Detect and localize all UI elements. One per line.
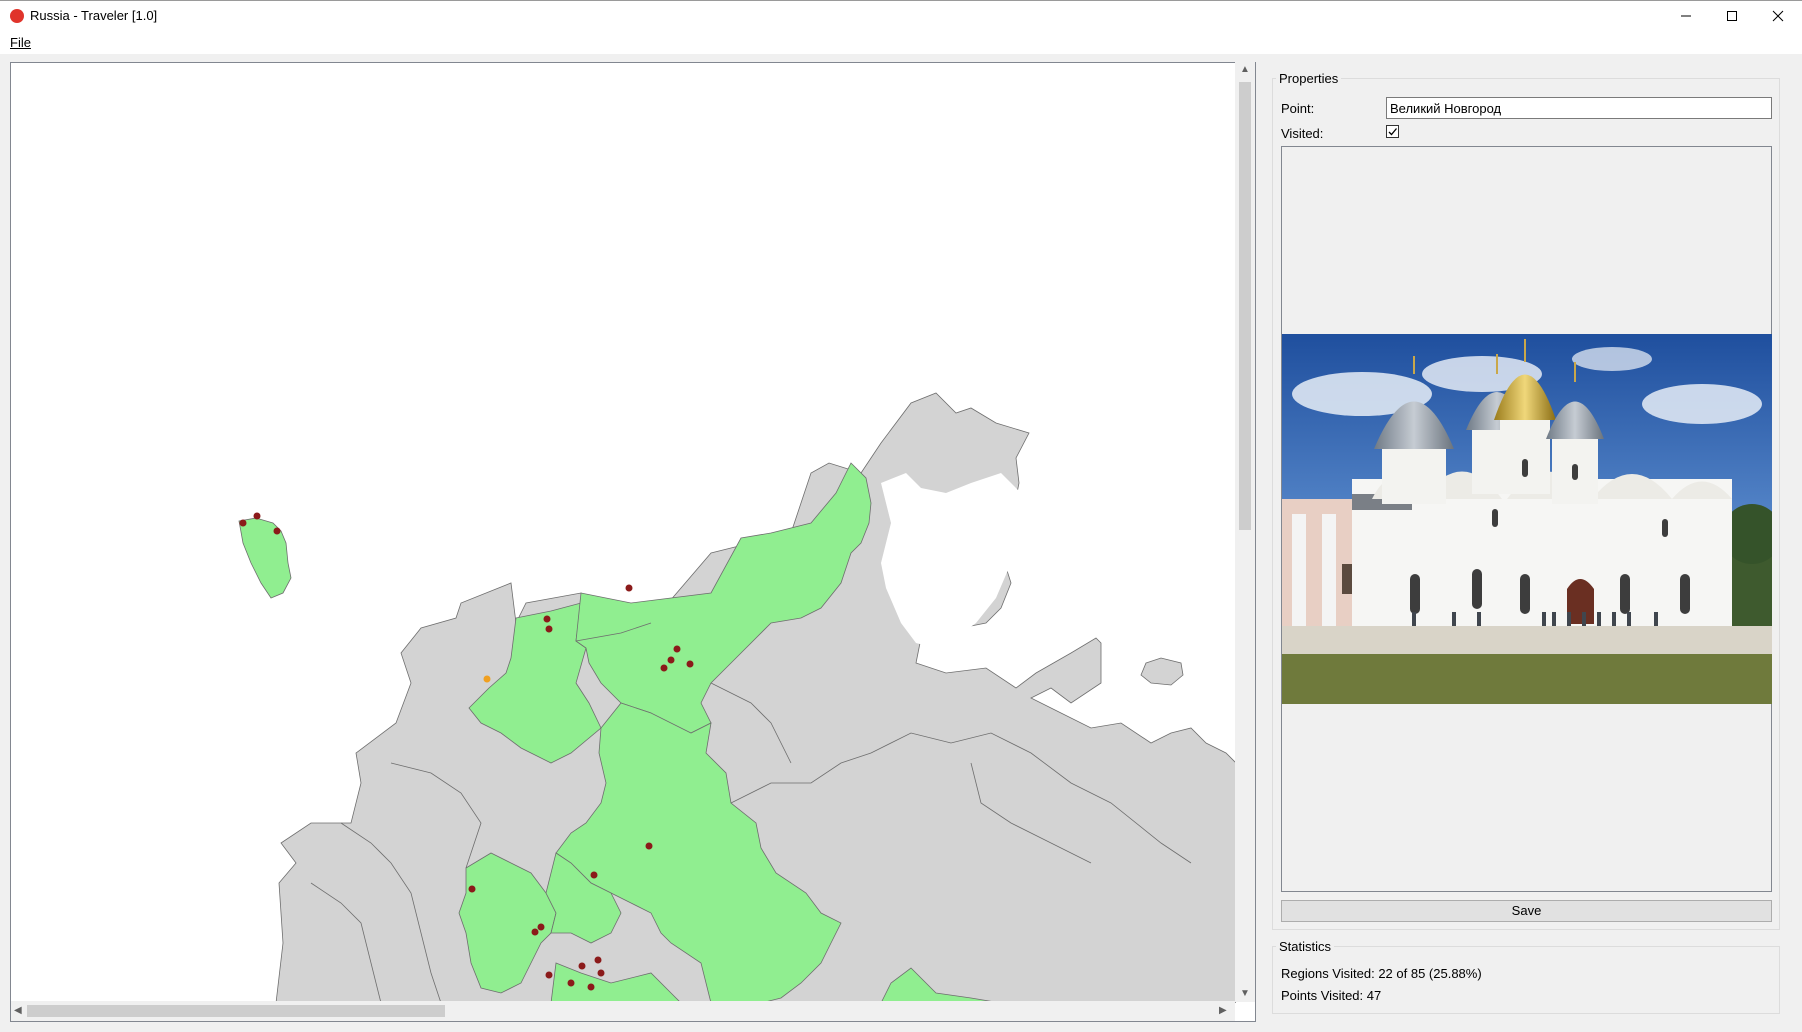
point-input[interactable] <box>1386 97 1772 119</box>
menu-bar: File <box>0 31 1802 54</box>
regions-visited-text: Regions Visited: 22 of 85 (25.88%) <box>1281 966 1482 981</box>
map-vertical-scrollbar[interactable]: ▲ ▼ <box>1235 62 1255 1002</box>
map-view[interactable] <box>10 62 1256 1022</box>
points-visited-text: Points Visited: 47 <box>1281 988 1382 1003</box>
point-label: Point: <box>1281 101 1315 116</box>
menu-file[interactable]: File <box>9 34 32 51</box>
vertical-scroll-thumb[interactable] <box>1239 82 1251 530</box>
visited-label: Visited: <box>1281 126 1324 141</box>
scroll-left-icon[interactable]: ◀ <box>14 1005 22 1016</box>
map-horizontal-scrollbar[interactable]: ◀ ▶ <box>11 1001 1235 1021</box>
maximize-button[interactable] <box>1709 1 1755 31</box>
minimize-icon <box>1681 15 1691 17</box>
checkmark-icon <box>1388 128 1397 136</box>
app-icon <box>10 9 24 23</box>
region-map[interactable] <box>11 63 1236 1003</box>
horizontal-scroll-thumb[interactable] <box>27 1005 445 1017</box>
statistics-title: Statistics <box>1276 939 1335 954</box>
scroll-right-icon[interactable]: ▶ <box>1219 1005 1227 1016</box>
close-button[interactable] <box>1755 1 1801 31</box>
minimize-button[interactable] <box>1663 1 1709 31</box>
region-visited-island[interactable] <box>238 517 292 599</box>
save-button[interactable]: Save <box>1281 900 1772 922</box>
title-bar: Russia - Traveler [1.0] <box>0 0 1802 31</box>
scroll-down-icon[interactable]: ▼ <box>1240 988 1250 999</box>
close-icon <box>1772 10 1784 22</box>
menu-file-label: File <box>10 35 31 50</box>
selected-point[interactable] <box>483 675 491 683</box>
kanin-peninsula[interactable] <box>1140 657 1184 686</box>
visited-checkbox[interactable] <box>1386 125 1399 138</box>
scroll-up-icon[interactable]: ▲ <box>1240 64 1250 75</box>
cathedral-photo <box>1282 334 1772 704</box>
maximize-icon <box>1727 11 1737 21</box>
window-title: Russia - Traveler [1.0] <box>30 8 158 23</box>
white-sea <box>881 473 1021 648</box>
properties-title: Properties <box>1276 71 1342 86</box>
